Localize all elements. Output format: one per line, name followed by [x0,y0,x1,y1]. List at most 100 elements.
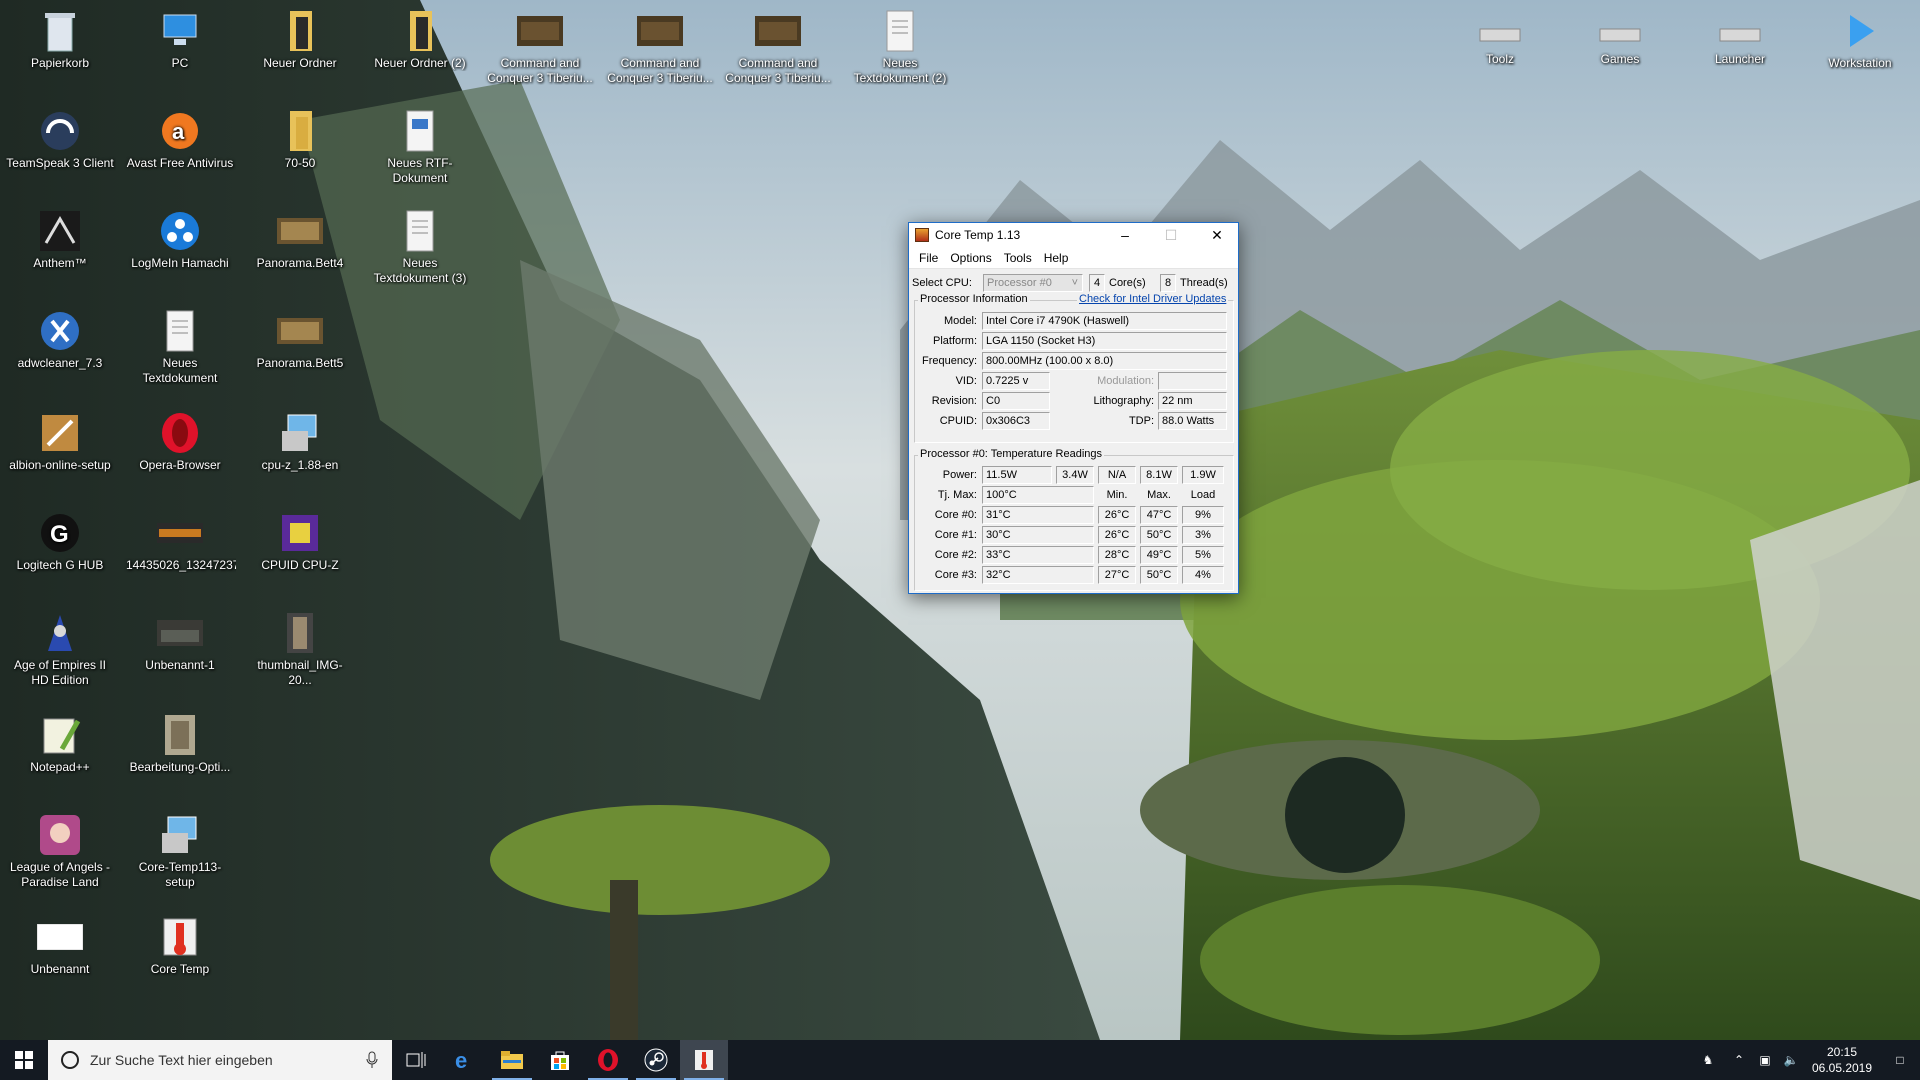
cores-count: 4 [1089,274,1105,292]
desktop-icon-game-shortcut[interactable]: Command and Conquer 3 Tiberiu... [722,8,834,85]
platform-label: Platform: [932,335,977,347]
desktop-icon-image-file[interactable]: Unbenannt-1 [124,610,236,673]
desktop-icon-logitech[interactable]: G Logitech G HUB [4,510,116,573]
microphone-icon[interactable] [366,1051,378,1069]
desktop-icon-installer[interactable]: cpu-z_1.88-en [244,410,356,473]
desktop-icon-image-file[interactable]: Panorama.Bett4 [244,208,356,271]
desktop-icon-recycle-bin[interactable]: Papierkorb [4,8,116,71]
menu-options[interactable]: Options [944,251,997,265]
volume-icon[interactable]: 🔈 [1778,1053,1804,1067]
taskbar-file-explorer[interactable] [488,1040,536,1080]
desktop-icon-image-file[interactable]: Panorama.Bett5 [244,308,356,371]
action-center-icon[interactable]: □ [1880,1053,1920,1067]
desktop-icon-drive-games[interactable]: Games [1564,20,1676,67]
desktop-icon-text-document[interactable]: Neues Textdokument [124,308,236,385]
core-temp: 33°C [982,546,1094,564]
chevron-down-icon: ˅ [1071,277,1078,289]
desktop-icon-game-shortcut[interactable]: Command and Conquer 3 Tiberiu... [604,8,716,85]
desktop-icon-opera[interactable]: Opera-Browser [124,410,236,473]
modulation-label: Modulation: [1097,375,1154,387]
power-other: 1.9W [1182,466,1224,484]
opera-icon [157,410,203,456]
menu-file[interactable]: File [913,251,944,265]
computer-icon [157,8,203,54]
adwcleaner-icon [37,308,83,354]
minimize-button[interactable]: – [1102,223,1148,247]
desktop-icon-core-temp[interactable]: Core Temp [124,914,236,977]
desktop-icon-label: Core-Temp113-setup [138,860,222,889]
core-load: 9% [1182,506,1224,524]
desktop-icon-image-file[interactable]: Bearbeitung-Opti... [124,712,236,775]
maximize-button[interactable]: ☐ [1148,223,1194,247]
desktop-icon-league-of-angels[interactable]: League of Angels - Paradise Land [4,812,116,889]
desktop-icon-label: Unbenannt-1 [145,658,215,672]
taskbar-core-temp[interactable] [680,1040,728,1080]
desktop-icon-image-file[interactable]: 14435026_13247237... [124,510,236,573]
close-button[interactable]: ✕ [1194,223,1240,247]
drive-icon [1597,20,1643,50]
desktop-icon-drive-toolz[interactable]: Toolz [1444,20,1556,67]
desktop-icon-image-file[interactable]: thumbnail_IMG-20... [244,610,356,687]
intel-driver-link[interactable]: Check for Intel Driver Updates [1077,293,1229,305]
desktop-icon-text-document[interactable]: Neues Textdokument (2) [844,8,956,85]
desktop-icon-text-document[interactable]: Neues Textdokument (3) [364,208,476,285]
modulation-value [1158,372,1227,390]
temperature-title: Processor #0: Temperature Readings [918,448,1105,460]
desktop-icon-label: Workstation [1828,56,1892,70]
desktop-icon-label: adwcleaner_7.3 [17,356,103,370]
menu-help[interactable]: Help [1038,251,1075,265]
core-min: 26°C [1098,526,1136,544]
game-shortcut-icon [517,8,563,54]
desktop-icon-drive-launcher[interactable]: Launcher [1684,20,1796,67]
taskbar-opera[interactable] [584,1040,632,1080]
svg-text:a: a [172,119,185,144]
image-file-icon [277,610,323,656]
desktop-icon-notepadpp[interactable]: Notepad++ [4,712,116,775]
desktop-icon-avast[interactable]: a Avast Free Antivirus [124,108,236,171]
desktop-icon-rtf-document[interactable]: Neues RTF-Dokument [364,108,476,185]
desktop-icon-hamachi[interactable]: LogMeIn Hamachi [124,208,236,271]
people-icon[interactable]: ♞ [1690,1053,1726,1067]
taskbar-store[interactable] [536,1040,584,1080]
frequency-label: Frequency: [921,355,977,367]
desktop-icon-anthem[interactable]: Anthem™ [4,208,116,271]
search-circle-icon [61,1051,79,1069]
show-hidden-icons-chevron-up-icon[interactable]: ⌃ [1726,1053,1752,1067]
tdp-label: TDP: [1128,415,1154,427]
desktop-icon-pc[interactable]: PC [124,8,236,71]
desktop-icon-installer[interactable]: Core-Temp113-setup [124,812,236,889]
core-temp: 32°C [982,566,1094,584]
search-box[interactable]: Zur Suche Text hier eingeben [48,1040,392,1080]
processor-info-title: Processor Information [918,293,1030,305]
processor-select[interactable]: Processor #0 ˅ [983,274,1083,292]
desktop-icon-label: thumbnail_IMG-20... [257,658,343,687]
desktop-icon-label: PC [171,56,189,70]
desktop-icon-age-of-empires[interactable]: Age of Empires II HD Edition [4,610,116,687]
start-button[interactable] [0,1040,48,1080]
drive-icon [1477,20,1523,50]
task-view-button[interactable] [392,1040,440,1080]
taskbar-steam[interactable] [632,1040,680,1080]
desktop-icon-folder[interactable]: Neuer Ordner [244,8,356,71]
taskbar-edge[interactable]: e [440,1040,488,1080]
desktop-icon-workstation[interactable]: Workstation [1804,8,1916,71]
desktop-icon-teamspeak[interactable]: TeamSpeak 3 Client [4,108,116,171]
menu-tools[interactable]: Tools [998,251,1038,265]
max-column-header: Max. [1147,489,1171,501]
desktop-icon-albion-setup[interactable]: albion-online-setup [4,410,116,473]
desktop-icon-folder[interactable]: Neuer Ordner (2) [364,8,476,71]
desktop-icon-adwcleaner[interactable]: adwcleaner_7.3 [4,308,116,371]
hamachi-icon [157,208,203,254]
logitech-icon: G [37,510,83,556]
window-titlebar[interactable]: Core Temp 1.13 – ☐ ✕ [909,223,1238,247]
maximize-icon: ☐ [1164,226,1178,243]
desktop-icon-game-shortcut[interactable]: Command and Conquer 3 Tiberiu... [484,8,596,85]
desktop-icon-cpuz[interactable]: CPUID CPU-Z [244,510,356,573]
desktop-icon-folder[interactable]: 70-50 [244,108,356,171]
lithography-label: Lithography: [1093,395,1154,407]
installer-icon [157,812,203,858]
desktop-icon-blank-file[interactable]: Unbenannt [4,914,116,977]
network-icon[interactable]: ▣ [1752,1053,1778,1067]
desktop-icon-label: Neues Textdokument (3) [373,256,467,285]
taskbar-clock[interactable]: 20:15 06.05.2019 [1804,1044,1880,1076]
